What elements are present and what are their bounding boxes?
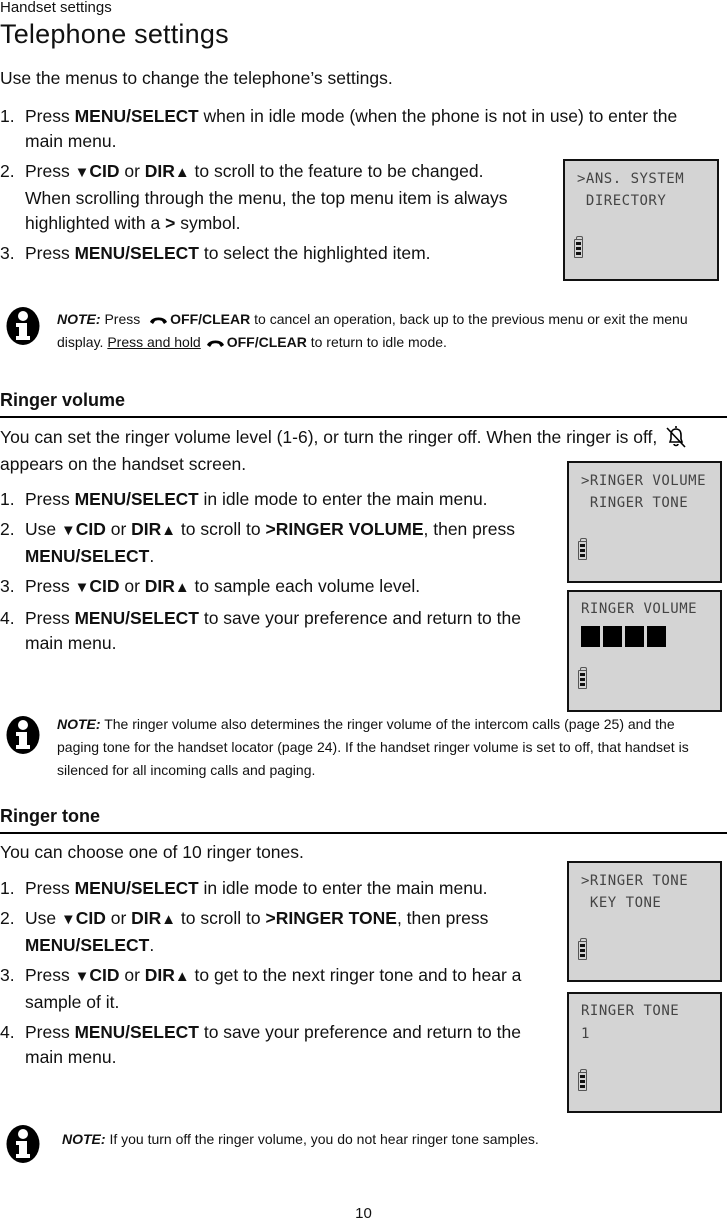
list-item: 4. Press MENU/SELECT to save your prefer… [0,608,521,653]
battery-icon [578,538,587,560]
list-item: 4. Press MENU/SELECT to save your prefer… [0,1022,521,1067]
list-item: 1. Press MENU/SELECT in idle mode to ent… [0,878,488,898]
running-head: Handset settings [0,0,112,16]
list-item: 2. Use ▼CID or DIR▲ to scroll to >RINGER… [0,519,515,566]
off-clear-key: OFF/CLEAR [170,311,251,327]
info-icon [6,307,40,345]
down-arrow-icon: ▼ [74,969,90,985]
lcd-line: DIRECTORY [577,193,667,209]
dir-key: DIR [144,161,175,181]
down-arrow-icon: ▼ [60,523,76,539]
note-label: NOTE: [57,311,101,327]
list-item: 3. Press ▼CID or DIR▲ to get to the next… [0,965,522,1012]
section-heading-ringer-volume: Ringer volume [0,390,126,410]
page-number: 10 [355,1205,372,1222]
battery-icon [578,667,587,689]
volume-level-bars [581,626,666,647]
phone-hangup-icon [150,317,168,324]
off-clear-key: OFF/CLEAR [226,334,307,350]
list-item: 2. Use ▼CID or DIR▲ to scroll to >RINGER… [0,908,489,955]
battery-icon [574,236,583,258]
page-title: Telephone settings [0,19,229,49]
lcd-line: >RINGER VOLUME [581,473,707,489]
up-arrow-icon: ▲ [174,580,190,596]
up-arrow-icon: ▲ [174,165,190,181]
list-item: 3. Press MENU/SELECT to select the highl… [0,243,431,263]
volume-bar [581,626,600,647]
note-label: NOTE: [57,716,101,732]
cid-key: CID [89,161,120,181]
up-arrow-icon: ▲ [174,969,190,985]
lcd-screen-ringer-tone-value: RINGER TONE 1 [567,992,722,1113]
note-ringer-tone-samples: NOTE: If you turn off the ringer volume,… [0,1124,727,1168]
up-arrow-icon: ▲ [161,912,176,928]
lcd-line: RINGER TONE [581,1003,680,1019]
ringer-tone-description: You can choose one of 10 ringer tones. [0,842,304,862]
down-arrow-icon: ▼ [74,580,90,596]
battery-icon [578,1069,587,1091]
battery-icon [578,938,587,960]
info-icon [6,1125,40,1163]
phone-hangup-icon [206,340,224,347]
down-arrow-icon: ▼ [60,912,76,928]
ringer-tone-steps: 1. Press MENU/SELECT in idle mode to ent… [0,876,550,1075]
ringer-volume-steps: 1. Press MENU/SELECT in idle mode to ent… [0,487,550,661]
down-arrow-icon: ▼ [74,165,90,181]
note-label: NOTE: [62,1131,106,1147]
lcd-line: RINGER TONE [581,495,689,511]
lcd-screen-main-menu: >ANS. SYSTEM DIRECTORY [563,159,719,281]
section-divider [0,416,727,418]
info-icon [6,716,40,754]
volume-bar [603,626,622,647]
lcd-screen-ringer-volume-level: RINGER VOLUME [567,590,722,712]
ringer-off-bell-icon [666,426,686,448]
menu-select-key: MENU/ [74,106,131,126]
section-heading-ringer-tone: Ringer tone [0,806,101,826]
lcd-line: RINGER VOLUME [581,601,698,617]
lcd-screen-ringer-volume-menu: >RINGER VOLUME RINGER TONE [567,461,722,583]
lcd-line: >RINGER TONE [581,873,689,889]
lcd-line: 1 [581,1026,590,1042]
list-item: 2. Press ▼CID or DIR▲ to scroll to the f… [0,161,508,233]
note-cancel-operation: NOTE: Press OFF/CLEAR to cancel an opera… [0,306,727,356]
list-item: 1. Press MENU/SELECT in idle mode to ent… [0,489,488,509]
list-item: 1. Press MENU/SELECT when in idle mode (… [0,106,678,151]
intro-paragraph: Use the menus to change the telephone’s … [0,68,393,88]
list-item: 3. Press ▼CID or DIR▲ to sample each vol… [0,576,421,596]
note-ringer-volume-intercom: NOTE: The ringer volume also determines … [0,713,727,785]
up-arrow-icon: ▲ [161,523,176,539]
volume-bar [647,626,666,647]
section-divider [0,832,727,834]
volume-bar [625,626,644,647]
lcd-line: KEY TONE [581,895,662,911]
lcd-screen-ringer-tone-menu: >RINGER TONE KEY TONE [567,861,722,982]
lcd-line: >ANS. SYSTEM [577,171,685,187]
